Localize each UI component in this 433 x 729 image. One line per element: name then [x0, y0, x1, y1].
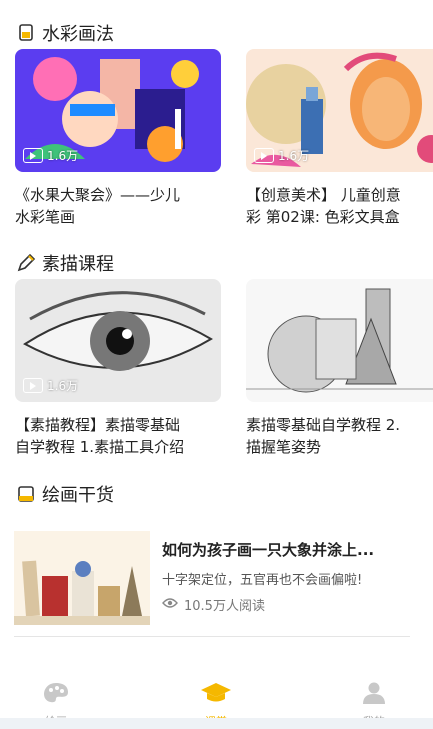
palette-icon	[42, 681, 70, 709]
play-icon	[23, 148, 43, 163]
watercolor-carousel[interactable]: 1.6万 《水果大聚会》——少儿 水彩笔画 1.6万 【创意美术】 儿童创意 彩…	[0, 49, 433, 239]
section-title-text: 水彩画法	[42, 24, 114, 45]
pencil-icon	[16, 253, 36, 273]
section-title-text: 绘画干货	[42, 485, 114, 506]
video-title[interactable]: 素描零基础自学教程 2. 描握笔姿势	[246, 414, 433, 458]
article-item[interactable]: 如何为孩子画一只大象并涂上... 十字架定位，五官再也不会画偏啦! 10.5万人…	[14, 531, 414, 625]
article-thumbnail[interactable]	[14, 531, 150, 625]
video-thumbnail[interactable]: 1.6万	[15, 49, 221, 172]
section-title-text: 素描课程	[42, 254, 114, 275]
view-count: 1.6万	[23, 377, 78, 394]
sketch-carousel[interactable]: 1.6万 【素描教程】素描零基础 自学教程 1.素描工具介绍 素描零基础自学教程…	[0, 279, 433, 469]
video-thumbnail[interactable]: 1.6万	[246, 49, 433, 172]
article-subtitle: 十字架定位，五官再也不会画偏啦!	[162, 573, 363, 588]
video-thumbnail[interactable]	[246, 279, 433, 402]
video-card[interactable]: 1.6万 【创意美术】 儿童创意 彩 第02课: 色彩文具盒	[246, 49, 433, 228]
section-title-tips: 绘画干货	[16, 481, 114, 507]
notebook-icon	[16, 484, 36, 504]
video-title[interactable]: 【创意美术】 儿童创意 彩 第02课: 色彩文具盒	[246, 184, 433, 228]
play-icon	[254, 148, 274, 163]
video-title[interactable]: 【素描教程】素描零基础 自学教程 1.素描工具介绍	[15, 414, 221, 458]
eye-icon	[162, 597, 178, 613]
video-card[interactable]: 1.6万 《水果大聚会》——少儿 水彩笔画	[15, 49, 221, 228]
system-gesture-bar	[0, 718, 433, 729]
video-card[interactable]: 素描零基础自学教程 2. 描握笔姿势	[246, 279, 433, 458]
paint-jar-icon	[16, 23, 36, 43]
graduation-cap-icon	[200, 681, 232, 709]
play-icon	[23, 378, 43, 393]
video-card[interactable]: 1.6万 【素描教程】素描零基础 自学教程 1.素描工具介绍	[15, 279, 221, 458]
section-title-watercolor: 水彩画法	[16, 20, 114, 46]
article-title[interactable]: 如何为孩子画一只大象并涂上...	[162, 539, 374, 560]
video-thumbnail[interactable]: 1.6万	[15, 279, 221, 402]
video-title[interactable]: 《水果大聚会》——少儿 水彩笔画	[15, 184, 221, 228]
user-icon	[361, 681, 387, 709]
divider	[14, 636, 410, 637]
view-count: 1.6万	[254, 147, 309, 164]
article-reads: 10.5万人阅读	[162, 595, 265, 614]
view-count: 1.6万	[23, 147, 78, 164]
section-title-sketch: 素描课程	[16, 250, 114, 276]
